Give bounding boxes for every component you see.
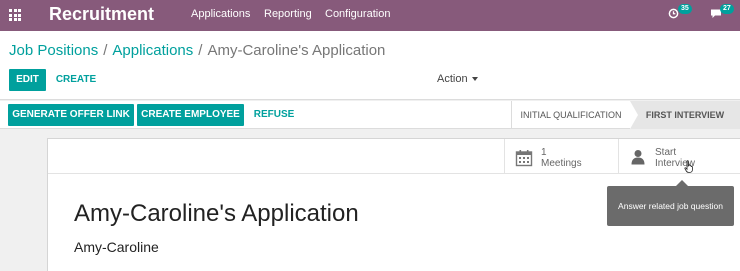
smart-button-box: 1 Meetings Start Interview xyxy=(48,139,740,174)
create-employee-button[interactable]: CREATE EMPLOYEE xyxy=(137,104,244,126)
activity-button[interactable]: 35 xyxy=(668,4,692,24)
control-panel: Job Positions / Applications / Amy-Caroline'… xyxy=(0,31,740,100)
menu-configuration[interactable]: Configuration xyxy=(325,8,390,20)
action-label: Action xyxy=(437,73,468,85)
calendar-icon xyxy=(515,150,533,167)
messages-button[interactable]: 27 xyxy=(710,4,734,24)
create-button[interactable]: CREATE xyxy=(51,69,101,91)
stage-arrow xyxy=(630,101,638,129)
activity-count-badge: 35 xyxy=(678,4,692,14)
breadcrumb-job-positions[interactable]: Job Positions xyxy=(9,42,98,59)
form-statusbar: GENERATE OFFER LINK CREATE EMPLOYEE REFU… xyxy=(0,101,740,129)
hand-cursor-icon xyxy=(684,160,693,173)
app-brand[interactable]: Recruitment xyxy=(49,4,154,25)
action-dropdown[interactable]: Action xyxy=(437,73,478,85)
menu-reporting[interactable]: Reporting xyxy=(264,8,312,20)
breadcrumb-separator: / xyxy=(103,42,108,59)
meetings-smart-button[interactable]: 1 Meetings xyxy=(504,139,618,174)
caret-down-icon xyxy=(471,77,478,82)
meetings-count: 1 xyxy=(541,147,547,158)
apps-menu-icon[interactable] xyxy=(9,9,21,21)
tooltip: Answer related job question xyxy=(607,186,734,226)
application-title: Amy-Caroline's Application xyxy=(74,200,359,227)
top-navbar: Recruitment Applications Reporting Confi… xyxy=(0,0,740,31)
start-interview-line1: Start xyxy=(655,147,677,158)
refuse-button[interactable]: REFUSE xyxy=(249,104,299,126)
messages-count-badge: 27 xyxy=(720,4,734,14)
start-interview-smart-button[interactable]: Start Interview xyxy=(618,139,731,174)
breadcrumb-current: Amy-Caroline's Application xyxy=(207,42,386,59)
edit-button[interactable]: EDIT xyxy=(9,69,46,91)
generate-offer-link-button[interactable]: GENERATE OFFER LINK xyxy=(8,104,134,126)
menu-applications[interactable]: Applications xyxy=(191,8,250,20)
breadcrumb-applications[interactable]: Applications xyxy=(112,42,193,59)
breadcrumb-separator: / xyxy=(198,42,203,59)
applicant-name: Amy-Caroline xyxy=(74,239,159,255)
stage-initial-qualification[interactable]: INITIAL QUALIFICATION xyxy=(511,101,630,129)
user-icon xyxy=(631,150,645,165)
breadcrumb: Job Positions / Applications / Amy-Caroline'… xyxy=(9,42,385,59)
stage-first-interview[interactable]: FIRST INTERVIEW xyxy=(630,101,740,129)
meetings-label: Meetings xyxy=(541,158,582,169)
